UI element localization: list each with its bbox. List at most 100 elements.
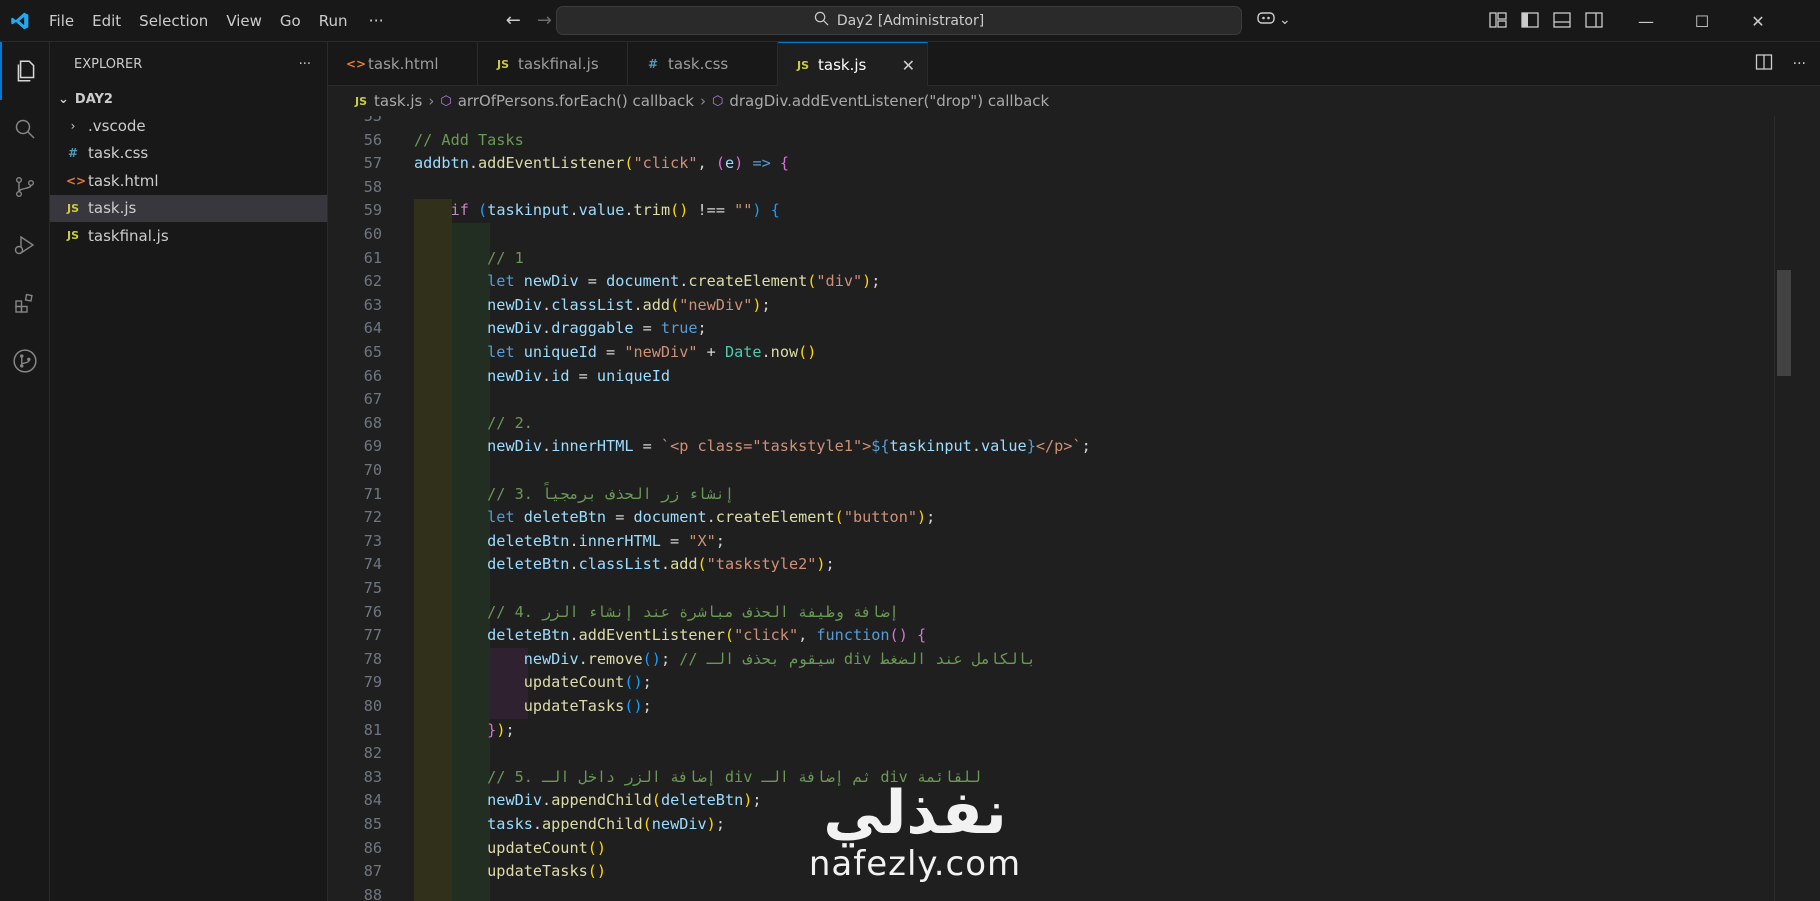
code-line[interactable]: 57 addbtn.addEventListener("click", (e) =… — [328, 152, 1728, 176]
line-number: 55 — [363, 116, 382, 125]
explorer-more-button[interactable]: ··· — [299, 57, 311, 72]
code-line[interactable]: 71 // 3. إنشاء زر الحذف برمجياً — [328, 482, 1728, 507]
code-token: function — [816, 626, 890, 645]
file-task-html[interactable]: <> task.html — [50, 167, 327, 195]
code-line[interactable]: 79 updateCount(); — [328, 671, 1728, 695]
toggle-primary-sidebar-icon[interactable] — [1520, 10, 1540, 30]
code-line[interactable]: 74 deleteBtn.classList.add("taskstyle2")… — [328, 553, 1728, 577]
file-vscode[interactable]: › .vscode — [50, 112, 327, 140]
chevron-right-icon: › — [699, 92, 706, 110]
code-line[interactable]: 68 // 2. — [328, 411, 1728, 436]
toggle-panel-icon[interactable] — [1552, 10, 1572, 30]
breadcrumb-item-drop[interactable]: dragDiv.addEventListener("drop") callbac… — [729, 92, 1049, 110]
code-line[interactable]: 59 if (taskinput.value.trim() !== "") { — [328, 199, 1728, 223]
code-line[interactable]: 76 // 4. إضافة وظيفة الحذف مباشرة عند إن… — [328, 600, 1728, 625]
explorer-icon[interactable] — [0, 42, 50, 100]
command-center-label: Day2 [Administrator] — [836, 12, 985, 29]
menu-go[interactable]: Go — [271, 0, 310, 42]
file-label: taskfinal.js — [88, 226, 169, 245]
code-token: add — [642, 295, 671, 314]
close-window-icon[interactable]: ✕ — [1730, 0, 1786, 42]
code-editor[interactable]: 55 56// Add Tasks 57 addbtn.addEventListene… — [328, 116, 1820, 901]
code-token: , — [798, 626, 817, 645]
code-token: ( — [697, 555, 707, 574]
customize-layout-icon[interactable] — [1488, 10, 1508, 30]
code-token: . — [971, 437, 981, 456]
toggle-secondary-sidebar-icon[interactable] — [1584, 10, 1604, 30]
code-line[interactable]: 63 newDiv.classList.add("newDiv"); — [328, 293, 1728, 318]
code-token: { — [770, 201, 780, 220]
menu-file[interactable]: File — [40, 0, 83, 42]
code-token: = — [569, 366, 597, 385]
code-line[interactable]: 56 // Add Tasks — [328, 129, 1728, 153]
menu-selection[interactable]: Selection — [130, 0, 217, 42]
code-token: . — [706, 508, 716, 527]
code-token: ; — [642, 697, 652, 715]
forward-arrow-icon[interactable]: → — [537, 10, 552, 31]
menu-view[interactable]: View — [217, 0, 271, 42]
minimize-icon[interactable]: — — [1618, 0, 1674, 42]
code-line[interactable]: 58 — [328, 176, 1728, 200]
code-line[interactable]: 73 deleteBtn.innerHTML = "X"; — [328, 529, 1728, 554]
code-line[interactable]: 67 — [328, 388, 1728, 412]
search-icon[interactable] — [0, 100, 50, 158]
maximize-icon[interactable]: ☐ — [1674, 0, 1730, 42]
code-token: ; — [871, 272, 881, 291]
tab-task-html[interactable]: <> task.html — [328, 42, 478, 86]
code-line[interactable]: 62 let newDiv = document.createElement("… — [328, 270, 1728, 294]
code-line[interactable]: 55 — [328, 116, 1728, 129]
file-taskfinal-js[interactable]: JS taskfinal.js — [50, 222, 327, 250]
code-line[interactable]: 75 — [328, 577, 1728, 601]
code-text: newDiv.classList.add("newDiv"); — [414, 294, 771, 318]
css-file-icon: # — [647, 57, 659, 71]
tab-taskfinal-js[interactable]: JS taskfinal.js — [478, 42, 628, 86]
code-text: updateCount() — [414, 837, 606, 861]
menu-run[interactable]: Run — [310, 0, 357, 42]
close-tab-icon[interactable]: ✕ — [902, 56, 915, 75]
scrollbar-thumb[interactable] — [1777, 270, 1791, 376]
code-line[interactable]: 72 let deleteBtn = document.createElemen… — [328, 506, 1728, 530]
git-graph-icon[interactable] — [0, 332, 50, 390]
code-token: ; — [715, 815, 725, 833]
js-file-icon: JS — [796, 58, 809, 72]
code-line[interactable]: 61 // 1 — [328, 246, 1728, 271]
menu-more-button[interactable]: ··· — [357, 11, 396, 30]
breadcrumb-file[interactable]: task.js — [374, 92, 422, 110]
code-line[interactable]: 64 newDiv.draggable = true; — [328, 317, 1728, 341]
code-line[interactable]: 81 }); — [328, 718, 1728, 743]
tab-task-js[interactable]: JS task.js ✕ — [778, 42, 928, 87]
command-center-search[interactable]: Day2 [Administrator] — [556, 6, 1242, 35]
source-control-icon[interactable] — [0, 158, 50, 216]
code-line[interactable]: 60 — [328, 223, 1728, 247]
folder-day2[interactable]: ⌄ DAY2 — [50, 86, 327, 112]
code-line[interactable]: 82 — [328, 742, 1728, 766]
css-file-icon: # — [67, 146, 79, 161]
code-line[interactable]: 77 deleteBtn.addEventListener("click", f… — [328, 624, 1728, 648]
code-line[interactable]: 80 updateTasks(); — [328, 695, 1728, 719]
file-task-js[interactable]: JS task.js — [50, 194, 327, 222]
back-arrow-icon[interactable]: ← — [506, 10, 521, 31]
breadcrumb: JS task.js › ⬡ arrOfPersons.forEach() ca… — [328, 86, 1820, 116]
split-editor-icon[interactable] — [1755, 53, 1773, 75]
code-token: () — [624, 697, 643, 715]
run-debug-icon[interactable] — [0, 216, 50, 274]
extensions-icon[interactable] — [0, 274, 50, 332]
menu-edit[interactable]: Edit — [83, 0, 130, 42]
code-token: () — [587, 838, 607, 857]
file-task-css[interactable]: # task.css — [50, 140, 327, 168]
code-line[interactable]: 65 let uniqueId = "newDiv" + Date.now() — [328, 341, 1728, 365]
tab-task-css[interactable]: # task.css — [628, 42, 778, 86]
copilot-button[interactable]: ⌄ — [1256, 10, 1291, 30]
breadcrumb-item-foreach[interactable]: arrOfPersons.forEach() callback — [458, 92, 694, 110]
code-token: ) — [816, 555, 826, 574]
more-actions-icon[interactable]: ··· — [1793, 56, 1806, 72]
code-line[interactable]: 66 newDiv.id = uniqueId — [328, 364, 1728, 389]
code-token: "newDiv" — [679, 295, 753, 314]
editor-scrollbar[interactable] — [1774, 116, 1792, 901]
code-line[interactable]: 78 newDiv.remove(); // سيقوم بحذف الـ di… — [328, 647, 1728, 672]
code-line[interactable]: 69 newDiv.innerHTML = `<p class="tasksty… — [328, 435, 1728, 459]
code-line[interactable]: 70 — [328, 459, 1728, 483]
